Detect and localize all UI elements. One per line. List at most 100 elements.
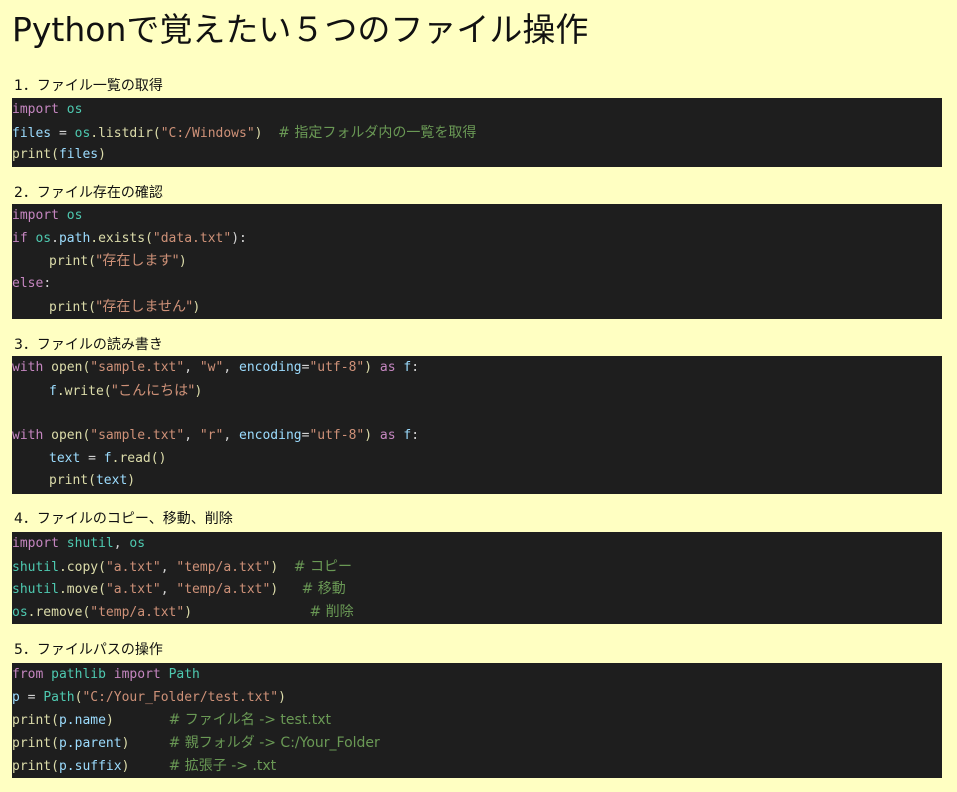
code-token: "存在しません"	[95, 298, 193, 315]
code-comment: # ファイル名 -> test.txt	[168, 712, 332, 729]
code-token: print(	[49, 254, 96, 270]
code-comment: # コピー	[293, 558, 352, 575]
code-token: os	[129, 536, 146, 551]
code-token: .parent	[66, 736, 122, 752]
code-block-2: import os if os.path.exists("data.txt"):…	[12, 204, 942, 319]
code-token: "w"	[199, 360, 224, 375]
code-line: with open("sample.txt", "w", encoding="u…	[12, 357, 942, 380]
code-token: os	[66, 102, 83, 117]
code-token: "sample.txt"	[90, 428, 185, 444]
code-token: )	[270, 559, 279, 575]
code-token: )	[121, 736, 130, 752]
code-line: shutil.copy("a.txt", "temp/a.txt") # コピー	[12, 556, 942, 579]
code-token: ,	[160, 582, 177, 598]
section-heading-4: 4．ファイルのコピー、移動、削除	[14, 511, 233, 527]
code-line: print(p.suffix) # 拡張子 -> .txt	[12, 755, 942, 778]
code-token: )	[192, 299, 201, 315]
code-token: encoding	[239, 360, 302, 375]
code-token: "temp/a.txt"	[176, 582, 271, 598]
code-token: )	[364, 360, 373, 375]
code-token: ,	[223, 360, 239, 375]
code-token: Path	[168, 667, 200, 682]
code-token: p	[58, 713, 67, 729]
code-token: ,	[223, 428, 239, 444]
code-token: f	[103, 450, 112, 466]
code-token: open(	[51, 360, 91, 375]
code-token: =	[80, 450, 104, 466]
code-token: import	[12, 208, 59, 223]
code-token: .move(	[58, 582, 106, 598]
code-line: print(text)	[12, 470, 942, 493]
code-token: "utf-8"	[309, 428, 365, 444]
code-line: os.remove("temp/a.txt") # 削除	[12, 601, 942, 624]
code-token: text	[95, 473, 128, 489]
code-token: files	[12, 125, 52, 141]
code-token: ,	[184, 360, 200, 375]
code-token: path	[58, 230, 91, 246]
code-token: "r"	[199, 428, 224, 444]
code-token: encoding	[239, 428, 302, 444]
code-token: as	[379, 428, 396, 444]
section-heading-2: 2．ファイル存在の確認	[14, 185, 163, 201]
code-token: ,	[184, 428, 200, 444]
code-token: "sample.txt"	[90, 360, 185, 375]
code-block-3: with open("sample.txt", "w", encoding="u…	[12, 356, 942, 494]
code-token: .remove(	[27, 605, 91, 621]
code-comment: # 指定フォルダ内の一覧を取得	[278, 124, 477, 141]
code-comment: # 移動	[301, 581, 346, 598]
code-token: )	[127, 473, 136, 489]
code-token: :	[43, 276, 52, 292]
code-token: )	[121, 758, 130, 774]
code-token: )	[105, 713, 114, 729]
code-token: "utf-8"	[309, 360, 365, 375]
code-token: print(	[49, 473, 96, 489]
code-line: import shutil, os	[12, 533, 942, 556]
code-token: shutil	[66, 536, 114, 551]
code-token: "C:/Windows"	[160, 125, 255, 141]
code-token: "temp/a.txt"	[90, 605, 185, 621]
code-token: import	[12, 102, 59, 117]
code-token: ,	[160, 559, 177, 575]
code-block-4: import shutil, os shutil.copy("a.txt", "…	[12, 532, 942, 624]
page-title: Pythonで覚えたい５つのファイル操作	[12, 10, 589, 49]
code-token: "a.txt"	[105, 582, 161, 598]
code-token: "こんにちは"	[111, 382, 195, 399]
code-token: p	[12, 689, 20, 705]
code-token: ):	[231, 230, 247, 246]
code-line: print(p.name) # ファイル名 -> test.txt	[12, 709, 942, 732]
code-token: "a.txt"	[105, 559, 161, 575]
code-token: .suffix	[66, 758, 122, 774]
code-token: open(	[51, 428, 91, 444]
code-token: )	[254, 125, 263, 141]
code-token: "temp/a.txt"	[176, 559, 271, 575]
code-token: "data.txt"	[152, 230, 232, 246]
code-token: print(	[12, 736, 59, 752]
code-block-5: from pathlib import Path p = Path("C:/Yo…	[12, 663, 942, 778]
code-line: import os	[12, 99, 942, 122]
code-token: import	[12, 536, 59, 551]
code-token: )	[278, 689, 286, 705]
code-line: print("存在します")	[12, 250, 942, 273]
code-token: =	[19, 689, 44, 705]
code-token: shutil	[12, 582, 59, 598]
code-token: .exists(	[90, 230, 153, 246]
code-token: shutil	[12, 559, 59, 575]
code-token: if	[12, 230, 28, 246]
code-token: Path	[43, 689, 75, 705]
code-token: :	[411, 428, 420, 444]
code-token: .name	[66, 713, 106, 729]
code-token: "C:/Your_Folder/test.txt"	[82, 689, 279, 705]
code-token: )	[178, 254, 187, 270]
code-token: print(	[12, 713, 59, 729]
code-line: if os.path.exists("data.txt"):	[12, 230, 247, 246]
code-token: with	[12, 360, 44, 375]
code-token: p	[58, 736, 67, 752]
code-token: ,	[113, 536, 130, 551]
code-line: with open("sample.txt", "r", encoding="u…	[12, 425, 942, 448]
section-heading-1: 1．ファイル一覧の取得	[14, 78, 163, 94]
code-comment: # 拡張子 -> .txt	[168, 757, 277, 774]
code-token: )	[364, 428, 373, 444]
code-token: os	[35, 230, 52, 246]
code-token: os	[12, 605, 28, 621]
